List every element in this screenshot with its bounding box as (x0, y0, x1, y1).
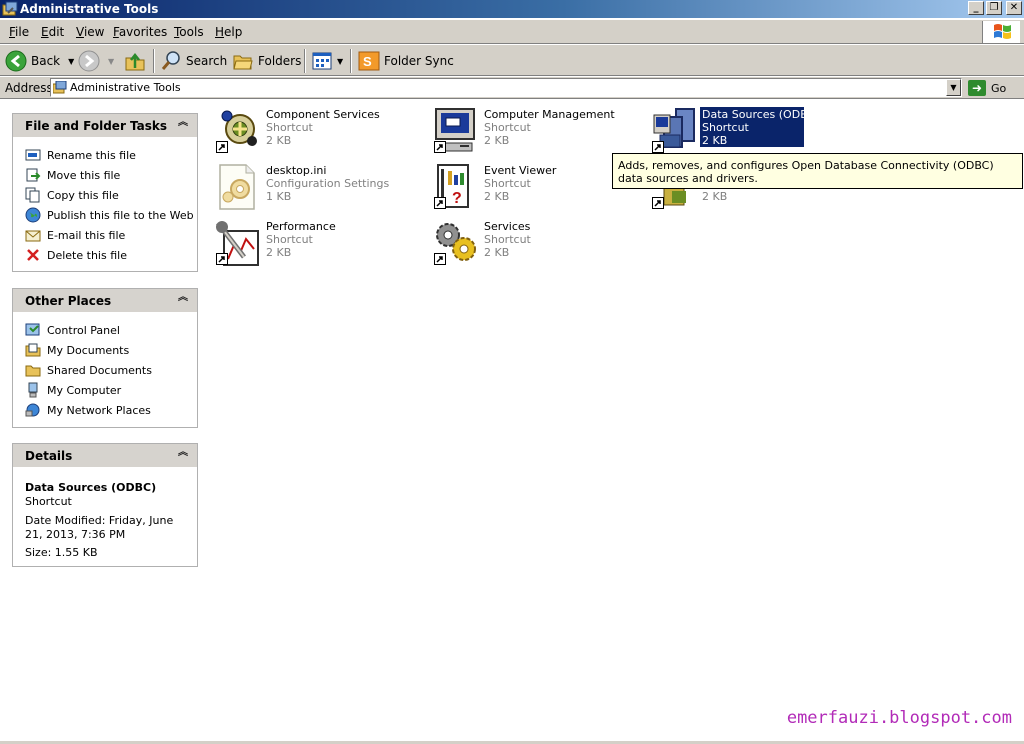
control-panel-icon (25, 323, 40, 336)
panel-header[interactable]: File and Folder Tasks ︽ (13, 114, 197, 137)
file-item[interactable]: Computer Management Shortcut 2 KB (432, 107, 642, 157)
search-icon (161, 51, 180, 70)
shortcut-arrow-icon (434, 141, 446, 153)
network-icon (25, 403, 40, 417)
address-input[interactable]: Administrative Tools ▼ (50, 78, 962, 97)
folders-button[interactable]: Folders (232, 49, 301, 73)
watermark: emerfauzi.blogspot.com (786, 708, 1012, 728)
back-arrow-icon (5, 50, 27, 72)
place-my-network-places[interactable]: My Network Places (13, 400, 197, 420)
shortcut-arrow-icon (216, 141, 228, 153)
forward-dropdown-icon[interactable]: ▼ (108, 57, 114, 66)
file-item[interactable]: Services Shortcut 2 KB (432, 219, 642, 269)
details-size: Size: 1.55 KB (25, 546, 98, 559)
task-delete-file[interactable]: Delete this file (13, 245, 197, 265)
shortcut-arrow-icon (652, 141, 664, 153)
search-button[interactable]: Search (160, 49, 227, 73)
email-icon (25, 230, 41, 242)
address-dropdown-icon[interactable]: ▼ (946, 79, 961, 96)
shortcut-arrow-icon (434, 253, 446, 265)
my-documents-icon (25, 343, 41, 357)
details-type: Shortcut (25, 495, 72, 508)
file-item-selected[interactable]: Data Sources (ODBC) Shortcut 2 KB (650, 107, 860, 157)
details-modified: Date Modified: Friday, June 21, 2013, 7:… (25, 514, 174, 541)
menu-tools[interactable]: Tools (174, 25, 204, 39)
admin-tools-icon (2, 1, 18, 16)
details-panel: Details ︽ Data Sources (ODBC) Shortcut D… (12, 443, 198, 567)
file-item[interactable]: ? Event Viewer Shortcut 2 KB (432, 163, 642, 213)
folder-sync-icon: S (358, 51, 380, 71)
title-bar[interactable]: Administrative Tools _ ❐ ✕ (0, 0, 1024, 18)
back-dropdown-icon[interactable]: ▼ (68, 57, 74, 66)
panel-header[interactable]: Other Places ︽ (13, 289, 197, 312)
window-title: Administrative Tools (20, 2, 159, 16)
windows-logo-icon (982, 21, 1020, 43)
collapse-icon[interactable]: ︽ (178, 448, 188, 458)
file-item[interactable]: Component Services Shortcut 2 KB (214, 107, 424, 157)
folder-icon (25, 365, 41, 377)
forward-button[interactable]: ▼ (78, 49, 114, 73)
rename-icon (25, 149, 41, 161)
other-places-panel: Other Places ︽ Control Panel My Document… (12, 288, 198, 428)
task-publish-web[interactable]: Publish this file to the Web (13, 205, 197, 225)
views-button[interactable]: ▼ (311, 49, 343, 73)
close-button[interactable]: ✕ (1006, 1, 1022, 15)
details-name: Data Sources (ODBC) (25, 481, 157, 494)
task-email-file[interactable]: E-mail this file (13, 225, 197, 245)
menu-view[interactable]: View (76, 25, 104, 39)
menu-edit[interactable]: Edit (41, 25, 64, 39)
shortcut-arrow-icon (216, 253, 228, 265)
file-item[interactable]: desktop.ini Configuration Settings 1 KB (214, 163, 424, 213)
toolbar: Back ▼ ▼ Search Folders ▼ S Folder Sync (0, 45, 1024, 76)
task-rename-file[interactable]: Rename this file (13, 145, 197, 165)
config-file-icon (219, 164, 255, 210)
tooltip: Adds, removes, and configures Open Datab… (612, 153, 1023, 189)
address-label: Address (5, 81, 53, 95)
maximize-button[interactable]: ❐ (986, 1, 1002, 15)
svg-text:?: ? (452, 190, 462, 207)
move-icon (26, 168, 41, 182)
collapse-icon[interactable]: ︽ (178, 293, 188, 303)
shortcut-arrow-icon (434, 197, 446, 209)
explorer-window: Administrative Tools _ ❐ ✕ File Edit Vie… (0, 0, 1024, 744)
delete-icon (27, 249, 39, 261)
place-my-documents[interactable]: My Documents (13, 340, 197, 360)
task-copy-file[interactable]: Copy this file (13, 185, 197, 205)
folders-icon (233, 55, 253, 70)
menu-bar: File Edit View Favorites Tools Help (0, 20, 1024, 44)
shortcut-arrow-icon (652, 197, 664, 209)
copy-icon (25, 187, 40, 203)
forward-arrow-icon (78, 50, 100, 72)
panel-header[interactable]: Details ︽ (13, 444, 197, 467)
computer-icon (28, 382, 38, 398)
go-arrow-icon: ➜ (968, 80, 986, 96)
svg-text:S: S (363, 54, 372, 69)
globe-icon (25, 207, 41, 223)
minimize-button[interactable]: _ (968, 1, 984, 15)
back-button[interactable]: Back ▼ (5, 49, 74, 73)
task-move-file[interactable]: Move this file (13, 165, 197, 185)
menu-help[interactable]: Help (215, 25, 242, 39)
address-bar: Address Administrative Tools ▼ ➜ Go (0, 77, 1024, 99)
place-control-panel[interactable]: Control Panel (13, 320, 197, 340)
folder-sync-button[interactable]: S Folder Sync (358, 49, 454, 73)
up-folder-button[interactable] (124, 49, 146, 73)
admin-tools-icon (53, 81, 67, 94)
views-icon (312, 52, 332, 70)
place-shared-documents[interactable]: Shared Documents (13, 360, 197, 380)
menu-file[interactable]: File (9, 25, 29, 39)
file-folder-tasks-panel: File and Folder Tasks ︽ Rename this file… (12, 113, 198, 272)
collapse-icon[interactable]: ︽ (178, 118, 188, 128)
place-my-computer[interactable]: My Computer (13, 380, 197, 400)
up-folder-icon (125, 52, 145, 71)
file-item[interactable]: Performance Shortcut 2 KB (214, 219, 424, 269)
status-bar (0, 740, 1024, 744)
menu-favorites[interactable]: Favorites (113, 25, 167, 39)
go-button[interactable]: ➜ Go (968, 79, 1006, 97)
